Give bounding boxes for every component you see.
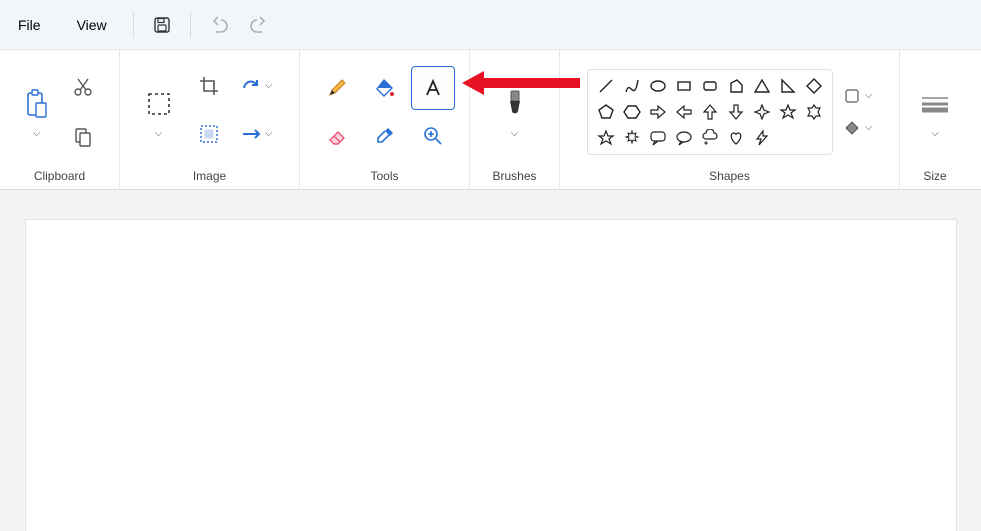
group-clipboard: ⌵ Clipboard <box>0 50 120 189</box>
group-label: Brushes <box>492 165 536 185</box>
shapes-gallery[interactable] <box>587 69 833 155</box>
shape-pentagon[interactable] <box>594 100 618 124</box>
shape-arrow-left[interactable] <box>672 100 696 124</box>
undo-icon <box>210 16 228 34</box>
resize-button[interactable] <box>189 114 229 154</box>
pencil-tool[interactable] <box>315 66 359 110</box>
size-button[interactable] <box>915 84 955 124</box>
cut-button[interactable] <box>63 67 103 107</box>
shape-rect[interactable] <box>672 74 696 98</box>
select-icon <box>145 90 173 118</box>
brush-icon <box>503 89 527 119</box>
chevron-down-icon[interactable]: ⌵ <box>931 128 939 139</box>
shape-hexagon[interactable] <box>620 100 644 124</box>
group-image: ⌵ ⌵ ⌵ Image <box>120 50 300 189</box>
chevron-down-icon: ⌵ <box>265 128 273 139</box>
chevron-down-icon[interactable]: ⌵ <box>511 128 519 139</box>
copy-button[interactable] <box>63 117 103 157</box>
shape-triangle[interactable] <box>750 74 774 98</box>
shape-curve[interactable] <box>620 74 644 98</box>
group-shapes: ⌵ ⌵ Shapes <box>560 50 900 189</box>
shape-burst[interactable] <box>620 126 644 150</box>
pencil-icon <box>326 77 348 99</box>
fill-tool[interactable] <box>363 66 407 110</box>
shape-speech-cloud[interactable] <box>698 126 722 150</box>
size-icon <box>920 94 950 114</box>
menu-file[interactable]: File <box>0 0 59 49</box>
shape-lightning[interactable] <box>750 126 774 150</box>
select-button[interactable] <box>139 84 179 124</box>
fill-icon <box>374 77 396 99</box>
chevron-down-icon[interactable]: ⌵ <box>155 128 163 139</box>
group-tools: Tools <box>300 50 470 189</box>
brush-button[interactable] <box>495 84 535 124</box>
shape-speech-oval[interactable] <box>672 126 696 150</box>
shape-star5[interactable] <box>776 100 800 124</box>
rotate-button[interactable]: ⌵ <box>237 66 277 106</box>
eraser-icon <box>326 125 348 147</box>
flip-button[interactable]: ⌵ <box>237 114 277 154</box>
shape-speech-rect[interactable] <box>646 126 670 150</box>
canvas[interactable] <box>26 220 956 531</box>
shape-arrow-up[interactable] <box>698 100 722 124</box>
shape-polygon[interactable] <box>724 74 748 98</box>
group-label: Shapes <box>709 165 750 185</box>
resize-icon <box>199 124 219 144</box>
paste-button[interactable] <box>17 84 57 124</box>
menu-bar: File View <box>0 0 981 50</box>
undo-button[interactable] <box>199 5 239 45</box>
shape-star-outline[interactable] <box>594 126 618 150</box>
shape-empty <box>776 126 800 150</box>
picker-icon <box>374 125 396 147</box>
text-icon <box>422 77 444 99</box>
shape-arrow-right[interactable] <box>646 100 670 124</box>
shape-line[interactable] <box>594 74 618 98</box>
shape-fill-button[interactable]: ⌵ <box>843 119 873 137</box>
shape-right-triangle[interactable] <box>776 74 800 98</box>
shape-round-rect[interactable] <box>698 74 722 98</box>
group-label: Clipboard <box>34 165 85 185</box>
copy-icon <box>74 127 92 147</box>
crop-button[interactable] <box>189 66 229 106</box>
chevron-down-icon: ⌵ <box>865 122 873 133</box>
magnifier-tool[interactable] <box>411 114 455 158</box>
paste-icon <box>24 89 50 119</box>
group-label: Size <box>923 165 946 185</box>
shapefill-icon <box>843 119 861 137</box>
save-button[interactable] <box>142 5 182 45</box>
shape-outline-button[interactable]: ⌵ <box>843 87 873 105</box>
ribbon: ⌵ Clipboard ⌵ <box>0 50 981 190</box>
canvas-area <box>0 190 981 531</box>
outline-icon <box>843 87 861 105</box>
shape-diamond[interactable] <box>802 74 826 98</box>
chevron-down-icon[interactable]: ⌵ <box>33 128 41 139</box>
group-size: ⌵ Size <box>900 50 970 189</box>
save-icon <box>153 16 171 34</box>
cut-icon <box>73 77 93 97</box>
group-brushes: ⌵ Brushes <box>470 50 560 189</box>
magnifier-icon <box>422 125 444 147</box>
shape-empty <box>802 126 826 150</box>
separator <box>133 12 134 38</box>
color-picker-tool[interactable] <box>363 114 407 158</box>
text-tool[interactable] <box>411 66 455 110</box>
crop-icon <box>199 76 219 96</box>
group-label: Image <box>193 165 226 185</box>
shape-oval[interactable] <box>646 74 670 98</box>
flip-icon <box>241 127 261 141</box>
rotate-icon <box>241 78 261 94</box>
shape-heart[interactable] <box>724 126 748 150</box>
shape-arrow-down[interactable] <box>724 100 748 124</box>
shape-star4[interactable] <box>750 100 774 124</box>
menu-view[interactable]: View <box>59 0 125 49</box>
group-label: Tools <box>370 165 398 185</box>
redo-icon <box>250 16 268 34</box>
chevron-down-icon: ⌵ <box>265 80 273 91</box>
shape-star6[interactable] <box>802 100 826 124</box>
eraser-tool[interactable] <box>315 114 359 158</box>
redo-button[interactable] <box>239 5 279 45</box>
separator <box>190 12 191 38</box>
chevron-down-icon: ⌵ <box>865 90 873 101</box>
